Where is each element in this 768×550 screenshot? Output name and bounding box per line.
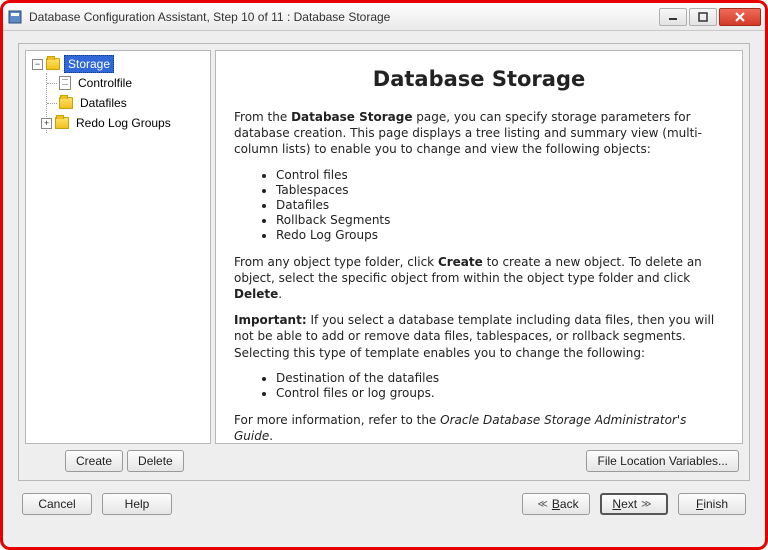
folder-icon — [59, 97, 73, 109]
maximize-button[interactable] — [689, 8, 717, 26]
folder-icon — [46, 58, 60, 70]
list-item: Destination of the datafiles — [276, 371, 724, 385]
file-icon — [59, 76, 71, 90]
wizard-button-bar: Cancel Help ≪ Back Next ≫ Finish — [18, 493, 750, 515]
list-item: Redo Log Groups — [276, 228, 724, 242]
page-heading: Database Storage — [234, 67, 724, 91]
minimize-button[interactable] — [659, 8, 687, 26]
info-panel: Database Storage From the Database Stora… — [215, 50, 743, 444]
tree-item-datafiles[interactable]: Datafiles — [47, 93, 208, 113]
more-info-paragraph: For more information, refer to the Oracl… — [234, 412, 724, 444]
list-item: Control files or log groups. — [276, 386, 724, 400]
back-label: Back — [552, 497, 579, 511]
tree-label-controlfile: Controlfile — [75, 75, 135, 91]
list-item: Tablespaces — [276, 183, 724, 197]
tree-label-storage[interactable]: Storage — [64, 55, 114, 73]
cancel-button[interactable]: Cancel — [22, 493, 92, 515]
delete-button[interactable]: Delete — [127, 450, 184, 472]
finish-button[interactable]: Finish — [678, 493, 746, 515]
list-item: Datafiles — [276, 198, 724, 212]
help-button[interactable]: Help — [102, 493, 172, 515]
tree-item-redolog[interactable]: + Redo Log Groups — [47, 113, 208, 133]
template-list: Destination of the datafiles Control fil… — [234, 371, 724, 400]
expand-icon[interactable]: + — [41, 118, 52, 129]
storage-tree[interactable]: − Storage Controlfile Data — [25, 50, 211, 444]
content-frame: − Storage Controlfile Data — [18, 43, 750, 481]
tree-item-controlfile[interactable]: Controlfile — [47, 73, 208, 93]
file-location-variables-button[interactable]: File Location Variables... — [586, 450, 739, 472]
chevron-left-icon: ≪ — [537, 499, 547, 510]
intro-paragraph: From the Database Storage page, you can … — [234, 109, 724, 158]
collapse-icon[interactable]: − — [32, 59, 43, 70]
create-button[interactable]: Create — [65, 450, 123, 472]
create-delete-paragraph: From any object type folder, click Creat… — [234, 254, 724, 303]
next-label: Next — [612, 497, 637, 511]
app-icon — [7, 9, 23, 25]
list-item: Rollback Segments — [276, 213, 724, 227]
back-button[interactable]: ≪ Back — [522, 493, 590, 515]
chevron-right-icon: ≫ — [641, 499, 651, 510]
tree-root-storage[interactable]: − Storage — [28, 55, 208, 73]
finish-label: Finish — [696, 497, 728, 511]
tree-label-redolog: Redo Log Groups — [73, 115, 174, 131]
close-button[interactable] — [719, 8, 761, 26]
important-paragraph: Important: If you select a database temp… — [234, 312, 724, 361]
tree-label-datafiles: Datafiles — [77, 95, 130, 111]
object-list: Control files Tablespaces Datafiles Roll… — [234, 168, 724, 242]
next-button[interactable]: Next ≫ — [600, 493, 668, 515]
titlebar: Database Configuration Assistant, Step 1… — [3, 3, 765, 31]
window-title: Database Configuration Assistant, Step 1… — [29, 10, 659, 24]
folder-icon — [55, 117, 69, 129]
list-item: Control files — [276, 168, 724, 182]
